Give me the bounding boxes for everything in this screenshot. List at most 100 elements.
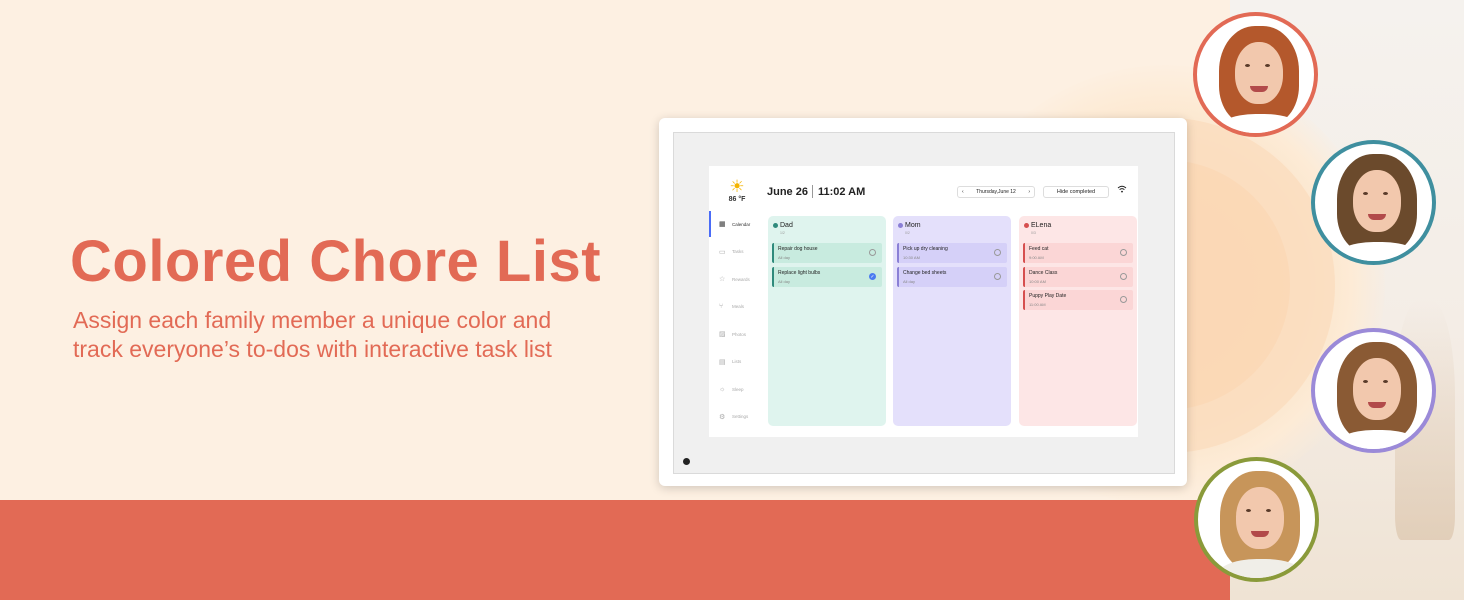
checkbox-circle-icon[interactable] xyxy=(869,249,876,256)
eye xyxy=(1246,509,1251,512)
sidebar-item-meals[interactable]: ⑂ Meals xyxy=(719,300,759,314)
sidebar-item-label: Calendar xyxy=(732,221,751,227)
sidebar-item-tasks[interactable]: ▭ Tasks xyxy=(719,245,759,259)
lists-icon: ▤ xyxy=(719,358,726,366)
task-item[interactable]: Puppy Play Date 11:00 AM xyxy=(1023,290,1133,310)
chevron-left-icon[interactable]: ‹ xyxy=(962,189,964,195)
task-time: 10:30 AM xyxy=(903,255,920,260)
bottom-band xyxy=(0,500,1230,600)
member-name: ELena xyxy=(1031,222,1052,229)
member-name: Dad xyxy=(780,222,793,229)
member-progress: 1/2 xyxy=(780,231,785,235)
checkbox-circle-icon[interactable] xyxy=(1120,272,1127,280)
member-progress: 0/2 xyxy=(905,231,910,235)
eye xyxy=(1383,192,1388,195)
task-item[interactable]: Repair dog house All day xyxy=(772,243,882,263)
woman-avatar xyxy=(1311,328,1436,453)
face xyxy=(1353,358,1401,420)
color-dot xyxy=(773,223,778,228)
photos-icon: ▨ xyxy=(719,331,726,338)
face xyxy=(1353,170,1401,232)
weather-widget: ☀ 86 °F xyxy=(723,178,751,203)
date-navigator: ‹ Thursday,June 12 › xyxy=(957,186,1035,198)
color-dot xyxy=(898,223,903,228)
task-time: 9:00 AM xyxy=(1029,255,1044,260)
subheadline-line-1: Assign each family member a unique color… xyxy=(73,307,552,333)
eye xyxy=(1266,509,1271,512)
task-title: Feed cat xyxy=(1029,246,1049,252)
active-indicator xyxy=(709,211,711,237)
subheadline: Assign each family member a unique color… xyxy=(73,306,633,364)
checkbox-circle-icon[interactable] xyxy=(1120,296,1127,303)
temperature: 86 °F xyxy=(728,196,746,203)
divider xyxy=(812,185,813,198)
sidebar-item-photos[interactable]: ▨ Photos xyxy=(719,327,759,341)
date-nav-label[interactable]: Thursday,June 12 xyxy=(976,189,1016,195)
sidebar-item-rewards[interactable]: ☆ Rewards xyxy=(719,272,759,286)
display-device: ☀ 86 °F June 26 11:02 AM ‹ Thursday,June… xyxy=(659,118,1187,486)
camera-dot xyxy=(683,458,690,465)
sidebar-item-calendar[interactable]: ▦ Calendar xyxy=(719,217,759,231)
sidebar-item-label: Tasks xyxy=(732,249,744,254)
member-column-dad: Dad 1/2 Repair dog house All day Replace lig… xyxy=(768,216,886,426)
child-avatar xyxy=(1194,457,1319,582)
settings-icon: ⚙ xyxy=(719,413,726,421)
wifi-icon xyxy=(1117,185,1127,195)
task-time: All day xyxy=(903,278,916,284)
task-item[interactable]: Feed cat 9:00 AM xyxy=(1023,243,1133,263)
checkbox-circle-icon[interactable] xyxy=(994,272,1001,280)
checked-circle-icon[interactable]: ✓ xyxy=(869,272,876,280)
sidebar-item-label: Rewards xyxy=(732,276,750,282)
eye xyxy=(1245,64,1250,67)
star-icon: ☆ xyxy=(719,276,726,283)
current-time: 11:02 AM xyxy=(818,186,866,198)
eye xyxy=(1363,380,1368,383)
meals-icon: ⑂ xyxy=(719,303,724,310)
boy-avatar xyxy=(1311,140,1436,265)
chevron-right-icon[interactable]: › xyxy=(1028,189,1030,195)
sun-icon: ☀ xyxy=(729,177,745,196)
sidebar-item-label: Meals xyxy=(732,304,745,309)
eye xyxy=(1363,192,1368,195)
sidebar-item-lists[interactable]: ▤ Lists xyxy=(719,355,759,369)
task-title: Replace light bulbs xyxy=(778,269,821,276)
member-name: Mom xyxy=(905,222,921,229)
face xyxy=(1236,487,1284,549)
task-title: Pick up dry cleaning xyxy=(903,246,948,252)
member-header: ELena xyxy=(1024,222,1051,229)
task-title: Puppy Play Date xyxy=(1029,293,1067,299)
member-column-mom: Mom 0/2 Pick up dry cleaning 10:30 AM Change… xyxy=(893,216,1011,426)
calendar-icon: ▦ xyxy=(719,221,726,228)
girl-avatar xyxy=(1193,12,1318,137)
sidebar-item-sleep[interactable]: ☼ Sleep xyxy=(719,382,759,396)
task-item[interactable]: Replace light bulbs All day ✓ xyxy=(772,266,882,287)
member-header: Dad xyxy=(773,222,793,229)
task-time: All day xyxy=(778,255,791,260)
task-title: Change bed sheets xyxy=(903,269,947,276)
task-time: All day xyxy=(778,278,791,284)
member-header: Mom xyxy=(898,222,921,229)
member-column-elena: ELena 0/3 Feed cat 9:00 AM Dance Class 10:00 … xyxy=(1019,216,1137,426)
sidebar-item-label: Photos xyxy=(732,331,747,337)
task-item[interactable]: Pick up dry cleaning 10:30 AM xyxy=(897,243,1007,263)
task-item[interactable]: Dance Class 10:00 AM xyxy=(1023,266,1133,287)
device-screen: ☀ 86 °F June 26 11:02 AM ‹ Thursday,June… xyxy=(709,166,1138,437)
headline: Colored Chore List xyxy=(70,229,602,294)
checkbox-circle-icon[interactable] xyxy=(994,249,1001,256)
sleep-icon: ☼ xyxy=(719,385,726,393)
task-title: Dance Class xyxy=(1029,269,1058,276)
eye xyxy=(1383,380,1388,383)
sidebar: ▦ Calendar ▭ Tasks ☆ Rewards ⑂ Meals ▨ Photos ▤ Lis… xyxy=(709,211,759,437)
subheadline-line-2: track everyone’s to-dos with interactive… xyxy=(73,336,552,362)
tasks-icon: ▭ xyxy=(719,248,726,256)
task-time: 10:00 AM xyxy=(1029,278,1046,284)
sidebar-item-settings[interactable]: ⚙ Settings xyxy=(719,410,759,424)
task-item[interactable]: Change bed sheets All day xyxy=(897,266,1007,287)
sidebar-item-label: Lists xyxy=(732,359,742,364)
member-progress: 0/3 xyxy=(1031,231,1036,235)
hide-completed-button[interactable]: Hide completed xyxy=(1043,186,1109,198)
checkbox-circle-icon[interactable] xyxy=(1120,249,1127,256)
color-dot xyxy=(1024,223,1029,228)
face xyxy=(1235,42,1283,104)
task-title: Repair dog house xyxy=(778,246,818,252)
